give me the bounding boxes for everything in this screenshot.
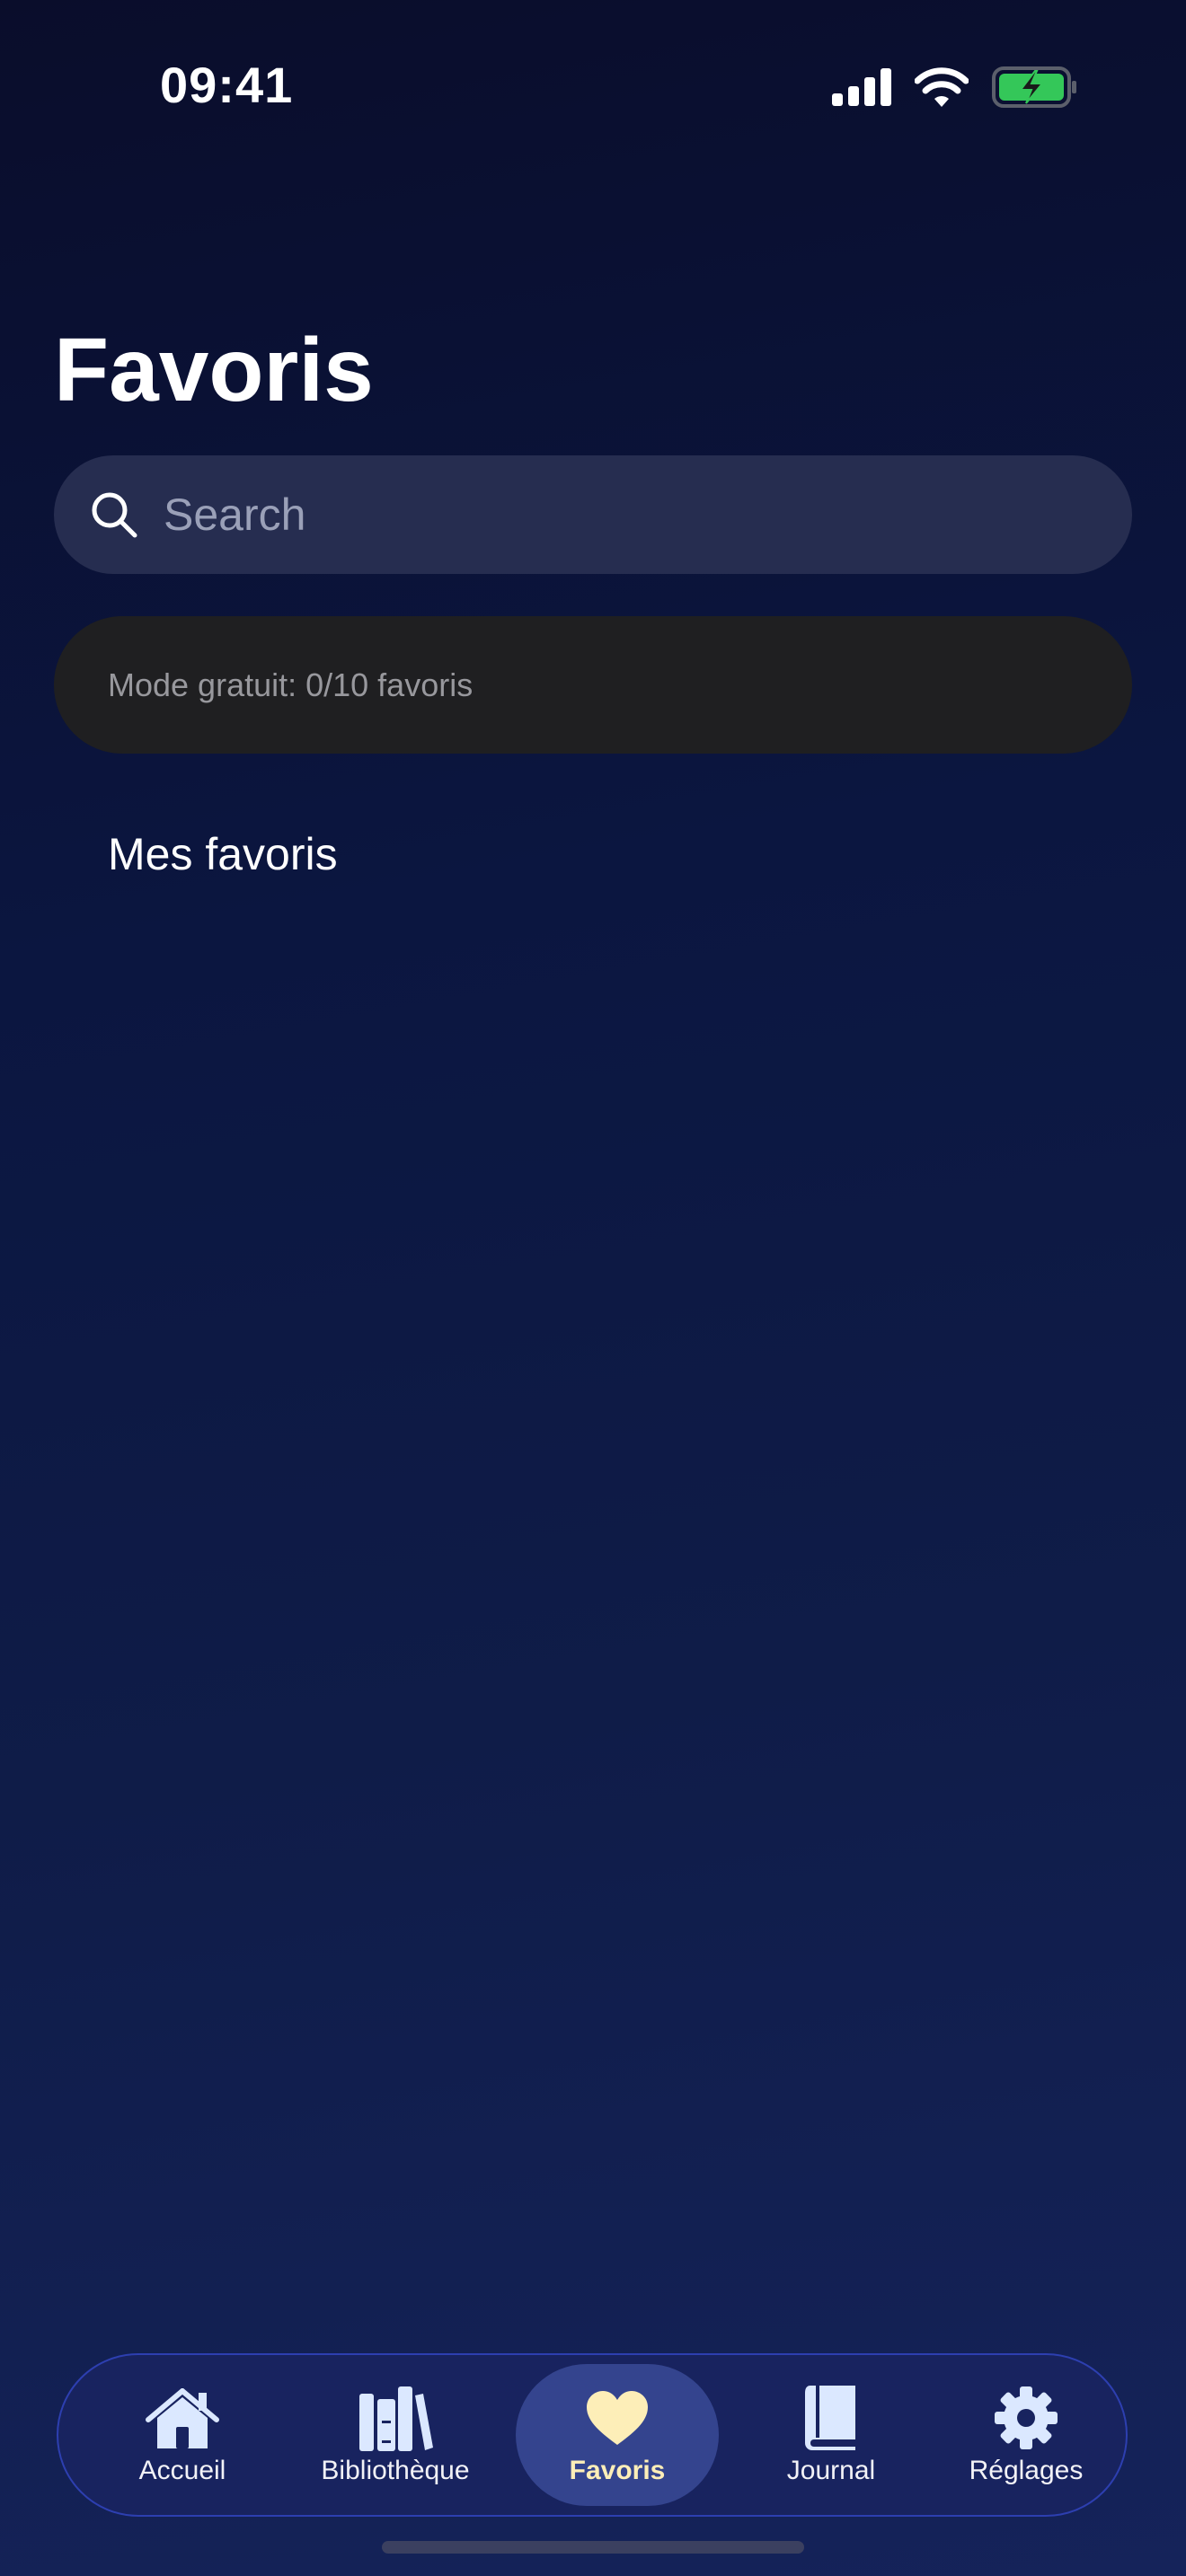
- wifi-icon: [915, 67, 969, 107]
- home-icon: [145, 2384, 220, 2452]
- status-time: 09:41: [160, 57, 294, 113]
- status-bar: 09:41: [0, 0, 1186, 171]
- tab-bar: Accueil Bibliothèque Favoris Journal Rég…: [57, 2353, 1128, 2517]
- books-icon: [358, 2384, 433, 2452]
- tab-accueil[interactable]: Accueil: [111, 2364, 254, 2506]
- book-icon: [803, 2384, 859, 2452]
- tab-label: Journal: [786, 2456, 876, 2485]
- tab-favoris[interactable]: Favoris: [516, 2364, 719, 2506]
- home-indicator[interactable]: [382, 2541, 804, 2554]
- free-mode-text: Mode gratuit: 0/10 favoris: [108, 666, 474, 703]
- tab-label: Bibliothèque: [321, 2456, 470, 2485]
- tab-label: Réglages: [969, 2456, 1084, 2485]
- status-icons: [832, 65, 1078, 110]
- tab-reglages[interactable]: Réglages: [950, 2364, 1102, 2506]
- search-bar[interactable]: [54, 455, 1132, 574]
- page-title: Favoris: [54, 320, 374, 420]
- free-mode-card: Mode gratuit: 0/10 favoris: [54, 616, 1132, 754]
- tab-journal[interactable]: Journal: [759, 2364, 903, 2506]
- heart-icon: [585, 2384, 650, 2452]
- tab-label: Accueil: [138, 2456, 226, 2485]
- search-icon: [92, 492, 137, 538]
- cellular-signal-icon: [832, 68, 891, 106]
- tab-label: Favoris: [569, 2456, 666, 2485]
- favorites-section-title: Mes favoris: [108, 829, 338, 879]
- search-input[interactable]: [162, 488, 1064, 542]
- tab-bibliotheque[interactable]: Bibliothèque: [305, 2364, 485, 2506]
- battery-charging-icon: [992, 66, 1076, 108]
- gear-icon: [993, 2384, 1059, 2452]
